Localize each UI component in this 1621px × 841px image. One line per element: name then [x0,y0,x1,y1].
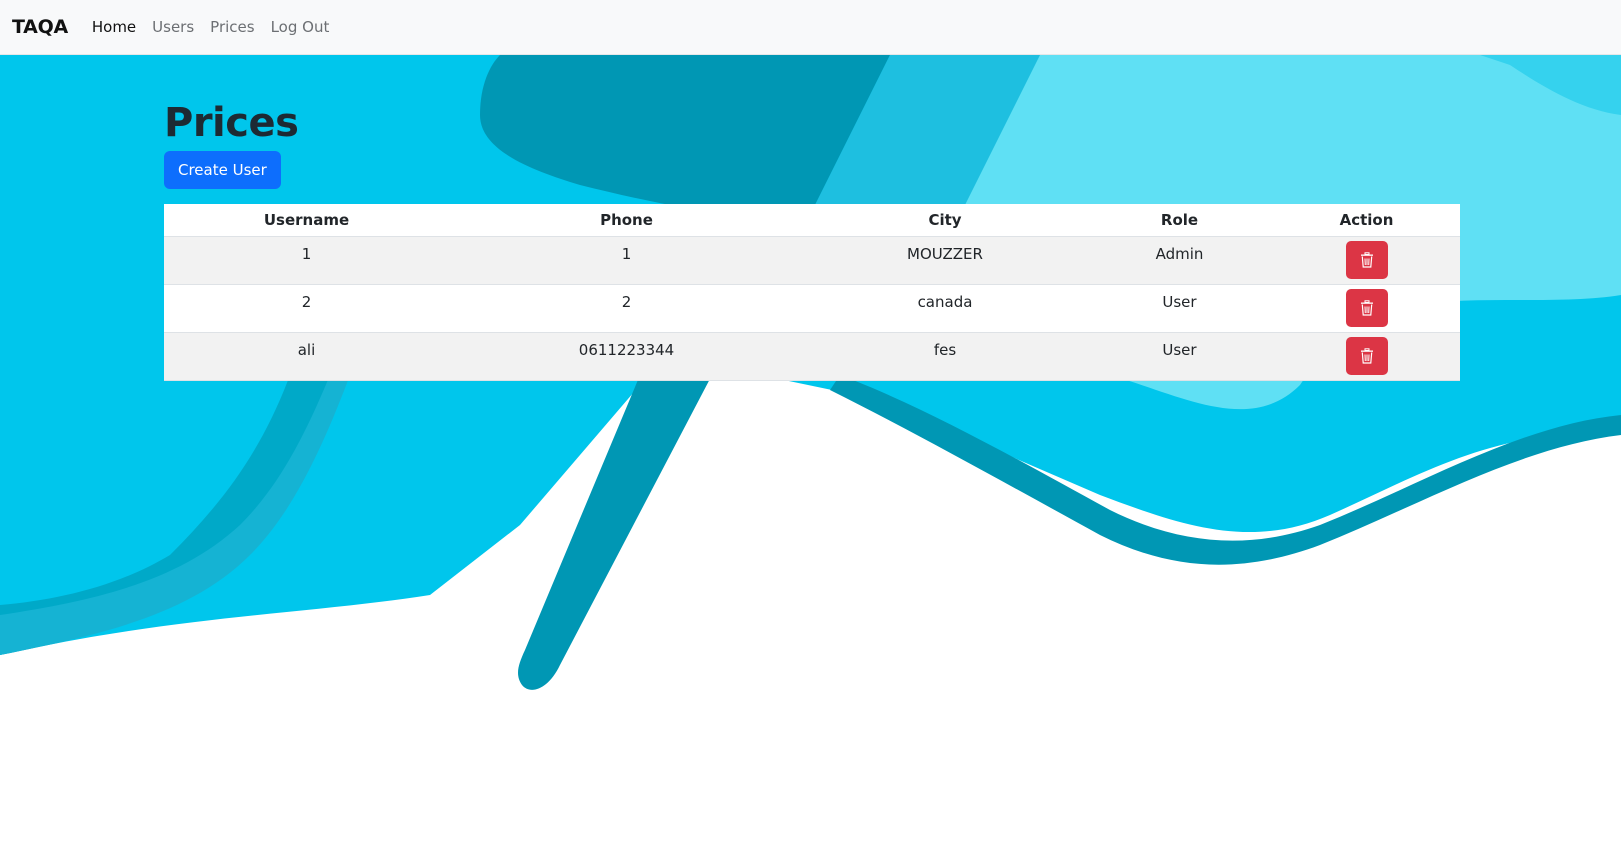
trash-icon [1360,252,1373,268]
cell-action [1273,332,1460,381]
cell-action [1273,236,1460,285]
cell-phone: 0611223344 [449,332,804,381]
header-role: Role [1086,204,1273,237]
cell-phone: 1 [449,236,804,285]
cell-role: Admin [1086,236,1273,285]
delete-button[interactable] [1345,337,1388,375]
delete-button[interactable] [1345,289,1388,327]
table-header-row: Username Phone City Role Action [164,204,1460,237]
table-row: 2 2 canada User [164,284,1460,333]
header-action: Action [1273,204,1460,237]
brand-logo[interactable]: TAQA [12,16,68,38]
cell-city: canada [804,284,1086,333]
delete-button[interactable] [1345,241,1388,279]
navbar: TAQA Home Users Prices Log Out [0,0,1621,55]
cell-role: User [1086,332,1273,381]
users-table: Username Phone City Role Action 1 1 MOUZ… [164,204,1460,381]
cell-role: User [1086,284,1273,333]
nav-link-home[interactable]: Home [92,18,136,36]
cell-username: ali [164,332,449,381]
header-city: City [804,204,1086,237]
create-user-button[interactable]: Create User [164,151,281,189]
table-row: ali 0611223344 fes User [164,332,1460,381]
trash-icon [1360,348,1373,364]
trash-icon [1360,300,1373,316]
cell-phone: 2 [449,284,804,333]
cell-city: MOUZZER [804,236,1086,285]
cell-city: fes [804,332,1086,381]
page-title: Prices [164,100,299,146]
cell-username: 1 [164,236,449,285]
header-phone: Phone [449,204,804,237]
table-row: 1 1 MOUZZER Admin [164,236,1460,285]
nav-link-users[interactable]: Users [152,18,194,36]
header-username: Username [164,204,449,237]
cell-username: 2 [164,284,449,333]
cell-action [1273,284,1460,333]
nav-link-prices[interactable]: Prices [210,18,254,36]
main-content: Prices Create User Username Phone City R… [164,55,1460,381]
nav-link-logout[interactable]: Log Out [271,18,330,36]
